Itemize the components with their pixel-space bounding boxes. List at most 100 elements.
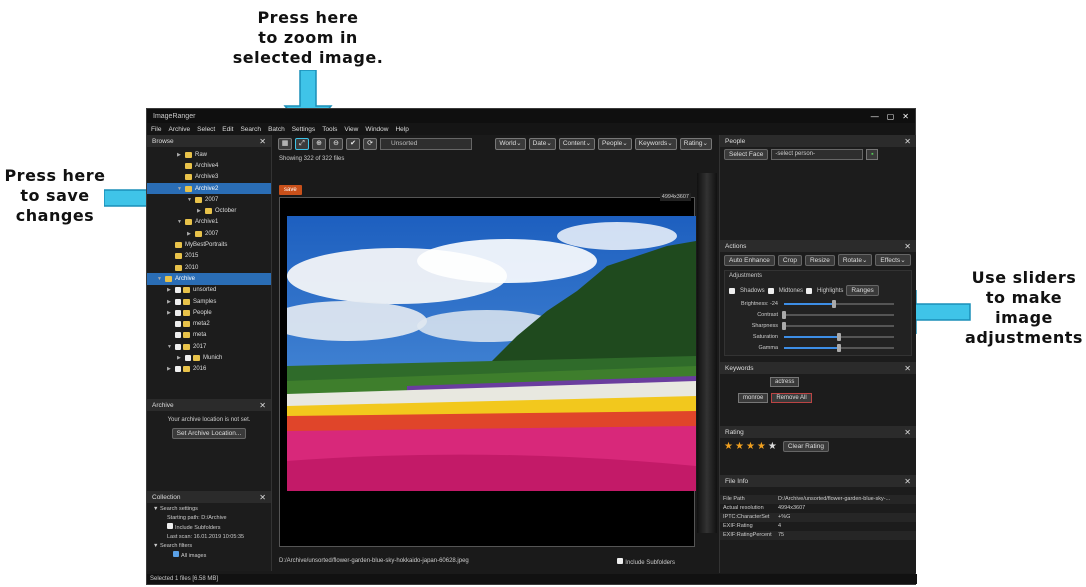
ranges-button[interactable]: Ranges <box>846 285 879 296</box>
highlights-checkbox[interactable] <box>806 287 813 294</box>
minimize-icon[interactable]: — <box>871 112 879 121</box>
slider-handle[interactable] <box>837 332 841 341</box>
menu-select[interactable]: Select <box>197 126 215 133</box>
content-filter[interactable]: Content⌄ <box>558 138 596 150</box>
star-rating[interactable]: ★ ★ ★ ★ ★ Clear Rating <box>720 438 916 455</box>
select-face-button[interactable]: Select Face <box>724 149 769 160</box>
crop-button[interactable]: Crop <box>777 254 802 266</box>
close-icon[interactable]: ✕ <box>904 137 911 146</box>
adjustment-slider[interactable] <box>784 332 894 341</box>
remove-all-button[interactable]: Remove All <box>771 393 812 403</box>
maximize-icon[interactable]: ▢ <box>887 112 895 121</box>
add-person-icon[interactable]: ▪ <box>866 149 879 160</box>
tree-item[interactable]: 2010 <box>147 262 271 273</box>
checkbox-icon[interactable] <box>185 354 191 361</box>
grid-view-icon[interactable]: ▦ <box>278 138 292 150</box>
include-subfolders-item[interactable]: Include Subfolders <box>153 523 265 533</box>
menu-tools[interactable]: Tools <box>322 126 337 133</box>
clear-rating-button[interactable]: Clear Rating <box>782 441 829 452</box>
people-filter[interactable]: People⌄ <box>598 138 632 150</box>
checkbox-icon[interactable] <box>175 343 181 350</box>
tree-item[interactable]: ▼ Archive1 <box>147 217 271 228</box>
star-icon[interactable]: ★ <box>746 441 755 452</box>
chevron-icon[interactable]: ▼ <box>187 197 195 203</box>
checkbox-icon[interactable] <box>175 332 181 339</box>
slider-handle[interactable] <box>831 299 836 308</box>
tree-item[interactable]: 2015 <box>147 251 271 262</box>
tree-item[interactable]: ▶ Samples <box>147 296 271 307</box>
menu-search[interactable]: Search <box>240 126 261 133</box>
checkbox-icon[interactable] <box>175 298 181 305</box>
effects-button[interactable]: Effects⌄ <box>875 254 911 266</box>
checkbox-icon[interactable] <box>173 551 179 557</box>
all-images-item[interactable]: All images <box>153 551 265 561</box>
star-icon[interactable]: ★ <box>724 441 733 452</box>
folder-tree[interactable]: ▶ Raw Archive4 Archive3 ▼ Archive2 ▼ 2007 ▶ Octob… <box>147 147 271 377</box>
resize-button[interactable]: Resize <box>804 254 835 266</box>
tree-item[interactable]: ▶ 2016 <box>147 364 271 375</box>
chevron-icon[interactable]: ▼ <box>177 186 185 192</box>
chevron-icon[interactable]: ▼ <box>177 219 185 225</box>
star-icon[interactable]: ★ <box>768 441 777 452</box>
refresh-icon[interactable]: ⟳ <box>363 138 377 150</box>
chevron-icon[interactable]: ▶ <box>187 231 195 237</box>
menu-settings[interactable]: Settings <box>292 126 316 133</box>
close-icon[interactable]: ✕ <box>259 493 266 502</box>
close-icon[interactable]: ✕ <box>904 242 911 251</box>
menu-edit[interactable]: Edit <box>222 126 233 133</box>
close-icon[interactable]: ✕ <box>904 428 911 437</box>
save-button[interactable]: save <box>279 185 302 195</box>
star-icon[interactable]: ★ <box>757 441 766 452</box>
check-icon[interactable]: ✔ <box>346 138 360 150</box>
tree-item[interactable]: ▼ 2017 <box>147 341 271 352</box>
tree-item[interactable]: ▶ Munich <box>147 352 271 363</box>
keywords-filter[interactable]: Keywords⌄ <box>634 138 677 150</box>
checkbox-icon[interactable] <box>167 523 173 529</box>
tree-item[interactable]: ▶ 2007 <box>147 228 271 239</box>
checkbox-icon[interactable] <box>175 287 181 294</box>
rating-filter[interactable]: Rating⌄ <box>679 138 712 150</box>
chevron-icon[interactable]: ▼ <box>167 344 175 350</box>
menu-archive[interactable]: Archive <box>168 126 190 133</box>
checkbox-icon[interactable] <box>175 366 181 373</box>
slider-handle[interactable] <box>782 310 786 319</box>
chevron-icon[interactable]: ▶ <box>167 287 175 293</box>
menu-file[interactable]: File <box>151 126 161 133</box>
tree-item[interactable]: MyBestPortraits <box>147 239 271 250</box>
selected-image[interactable] <box>287 216 696 491</box>
tree-item[interactable]: Archive3 <box>147 172 271 183</box>
menu-view[interactable]: View <box>344 126 358 133</box>
tree-item[interactable]: ▶ unsorted <box>147 285 271 296</box>
include-subfolders-toggle[interactable]: Include Subfolders <box>617 558 695 566</box>
adjustment-slider[interactable] <box>784 343 894 352</box>
close-icon[interactable]: ✕ <box>259 137 266 146</box>
tree-item[interactable]: ▶ Raw <box>147 149 271 160</box>
tree-item[interactable]: ▶ People <box>147 307 271 318</box>
date-filter[interactable]: Date⌄ <box>528 138 556 150</box>
checkbox-icon[interactable] <box>175 309 181 316</box>
checkbox-icon[interactable] <box>617 558 624 564</box>
adjustment-slider[interactable] <box>782 310 894 319</box>
menu-batch[interactable]: Batch <box>268 126 285 133</box>
adjustment-slider[interactable] <box>784 299 894 308</box>
zoom-out-icon[interactable]: ⊖ <box>329 138 343 150</box>
zoom-fit-icon[interactable]: ⤢ <box>295 138 309 150</box>
thumbnail-scrollbar[interactable] <box>697 173 717 533</box>
collection-selector[interactable]: Unsorted <box>380 138 472 150</box>
select-person-dropdown[interactable]: -select person- <box>771 149 864 160</box>
tree-item[interactable]: ▼ Archive2 <box>147 182 271 195</box>
auto-enhance-button[interactable]: Auto Enhance <box>724 254 775 266</box>
slider-handle[interactable] <box>782 321 786 330</box>
world-filter[interactable]: World⌄ <box>495 138 526 150</box>
image-viewer[interactable] <box>279 197 696 547</box>
set-archive-location-button[interactable]: Set Archive Location... <box>171 428 247 439</box>
close-icon[interactable]: ✕ <box>902 112 909 121</box>
menu-window[interactable]: Window <box>365 126 388 133</box>
close-icon[interactable]: ✕ <box>259 401 266 410</box>
rotate-button[interactable]: Rotate⌄ <box>837 254 873 266</box>
chevron-icon[interactable]: ▶ <box>177 355 185 361</box>
close-icon[interactable]: ✕ <box>904 364 911 373</box>
chevron-icon[interactable]: ▶ <box>197 208 205 214</box>
tree-item[interactable]: ▼ Archive <box>147 273 271 285</box>
tree-item[interactable]: ▶ October <box>147 205 271 216</box>
